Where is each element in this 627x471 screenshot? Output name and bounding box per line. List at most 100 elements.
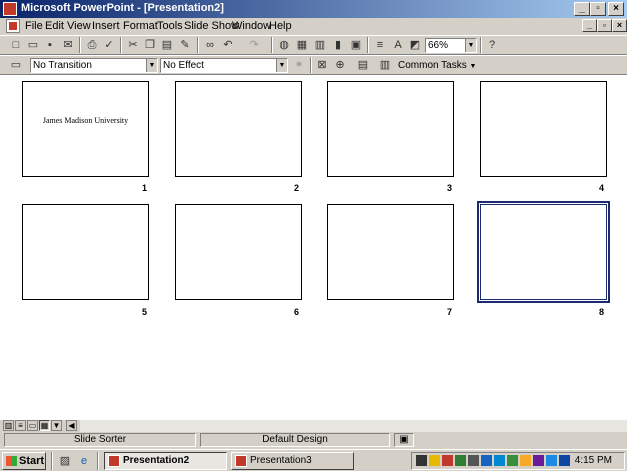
spelling-status-icon[interactable]: ▣ — [394, 433, 414, 447]
powerpoint-icon — [108, 455, 120, 467]
slide-thumbnail-3[interactable] — [327, 81, 454, 177]
tray-app-icon[interactable] — [416, 455, 427, 466]
tray-app-icon[interactable] — [494, 455, 505, 466]
transition-value: No Transition — [33, 60, 92, 71]
scroll-left-icon[interactable]: ◀ — [66, 420, 77, 431]
format-painter-icon[interactable]: ✎ — [177, 37, 193, 53]
close-button[interactable]: × — [608, 2, 624, 16]
tray-app-icon[interactable] — [533, 455, 544, 466]
chevron-down-icon[interactable]: ▼ — [465, 39, 476, 52]
menu-edit[interactable]: Edit — [45, 20, 64, 32]
zoom-combo[interactable]: 66% ▼ — [425, 38, 477, 53]
slide-thumbnail-6[interactable] — [175, 204, 302, 300]
toolbar-separator — [367, 37, 369, 53]
maximize-button[interactable]: ▫ — [590, 2, 606, 16]
slide-sorter-pane[interactable]: James Madison University 1 2 3 4 5 6 7 8 — [0, 75, 627, 420]
speaker-icon[interactable] — [468, 455, 479, 466]
undo-icon[interactable]: ↶ — [220, 37, 236, 53]
tray-app-icon[interactable] — [559, 455, 570, 466]
hyperlink-icon[interactable]: ∞ — [202, 37, 218, 53]
new-icon[interactable]: □ — [8, 37, 24, 53]
redo-icon[interactable]: ↷ — [246, 37, 262, 53]
hide-slide-icon[interactable]: ⊠ — [314, 57, 330, 73]
slide-number: 3 — [446, 183, 452, 193]
transition-combo[interactable]: No Transition ▼ — [30, 58, 158, 73]
status-design: Default Design — [200, 433, 390, 447]
slide-number: 2 — [293, 183, 299, 193]
tables-borders-icon[interactable]: ▥ — [312, 37, 328, 53]
slide-thumbnail-1[interactable]: James Madison University — [22, 81, 149, 177]
slide-thumbnail-8[interactable] — [477, 201, 610, 303]
start-button[interactable]: Start — [2, 452, 46, 470]
doc-close-button[interactable]: × — [612, 19, 627, 32]
title-bar[interactable]: Microsoft PowerPoint - [Presentation2] _… — [0, 0, 627, 18]
common-tasks-button[interactable]: Common Tasks ▼ — [398, 60, 476, 71]
email-icon[interactable]: ✉ — [60, 37, 76, 53]
slide-thumbnail-7[interactable] — [327, 204, 454, 300]
slide-sorter-toolbar: ▭ No Transition ▼ No Effect ▼ ✶ ⊠ ⊕ ▤ ▥ … — [0, 55, 627, 75]
task-presentation3[interactable]: Presentation3 — [231, 452, 354, 470]
menu-slide-show[interactable]: Slide Show — [184, 20, 239, 32]
slide-transition-icon[interactable]: ▭ — [8, 57, 24, 73]
slide-thumbnail-4[interactable] — [480, 81, 607, 177]
animation-preview-icon[interactable]: ✶ — [291, 57, 307, 73]
menu-format[interactable]: Format — [123, 20, 158, 32]
slide-number: 1 — [141, 183, 147, 193]
spelling-icon[interactable]: ✓ — [101, 37, 117, 53]
chevron-down-icon[interactable]: ▼ — [276, 59, 287, 72]
task-presentation2[interactable]: Presentation2 — [104, 452, 227, 470]
doc-restore-button[interactable]: ▫ — [597, 19, 612, 32]
paste-icon[interactable]: ▤ — [159, 37, 175, 53]
tray-app-icon[interactable] — [520, 455, 531, 466]
open-icon[interactable]: ▭ — [25, 37, 41, 53]
horizontal-scrollbar[interactable] — [80, 420, 627, 432]
menu-help[interactable]: Help — [269, 20, 292, 32]
tray-app-icon[interactable] — [546, 455, 557, 466]
print-icon[interactable]: ⎙ — [84, 37, 100, 53]
tray-app-icon[interactable] — [442, 455, 453, 466]
grayscale-icon[interactable]: ◩ — [407, 37, 423, 53]
show-formatting-icon[interactable]: A — [390, 37, 406, 53]
slide-sorter-view-icon[interactable]: ▦ — [39, 420, 50, 431]
slide-view-icon[interactable]: ▭ — [27, 420, 38, 431]
new-slide-icon[interactable]: ▣ — [348, 37, 364, 53]
insert-table-icon[interactable]: ▦ — [294, 37, 310, 53]
menu-insert[interactable]: Insert — [92, 20, 120, 32]
menu-tools[interactable]: Tools — [157, 20, 183, 32]
help-icon[interactable]: ? — [484, 37, 500, 53]
task-label: Presentation2 — [123, 455, 190, 466]
menu-window[interactable]: Window — [232, 20, 271, 32]
tray-app-icon[interactable] — [429, 455, 440, 466]
menu-view[interactable]: View — [67, 20, 91, 32]
cut-icon[interactable]: ✂ — [125, 37, 141, 53]
slide-thumbnail-5[interactable] — [22, 204, 149, 300]
menu-file[interactable]: File — [25, 20, 43, 32]
save-icon[interactable]: ▪ — [42, 37, 58, 53]
rehearse-timings-icon[interactable]: ⊕ — [332, 57, 348, 73]
tray-app-icon[interactable] — [481, 455, 492, 466]
effect-combo[interactable]: No Effect ▼ — [160, 58, 288, 73]
document-icon[interactable] — [6, 19, 20, 33]
windows-logo-icon — [6, 456, 17, 466]
chevron-down-icon[interactable]: ▼ — [146, 59, 157, 72]
outline-view-icon[interactable]: ≡ — [15, 420, 26, 431]
slide-show-view-icon[interactable]: ▼ — [51, 420, 62, 431]
show-desktop-icon[interactable]: ▨ — [57, 453, 73, 469]
doc-minimize-button[interactable]: _ — [582, 19, 597, 32]
tray-app-icon[interactable] — [455, 455, 466, 466]
expand-icon[interactable]: ≡ — [372, 37, 388, 53]
summary-slide-icon[interactable]: ▤ — [355, 57, 371, 73]
internet-explorer-icon[interactable]: e — [76, 453, 92, 469]
minimize-button[interactable]: _ — [574, 2, 590, 16]
toolbar-separator — [480, 37, 482, 53]
normal-view-icon[interactable]: ▥ — [3, 420, 14, 431]
chart-icon[interactable]: ▮ — [330, 37, 346, 53]
tray-app-icon[interactable] — [507, 455, 518, 466]
copy-icon[interactable]: ❐ — [142, 37, 158, 53]
speaker-notes-icon[interactable]: ▥ — [377, 57, 393, 73]
powerpoint-icon — [235, 455, 247, 467]
slide-thumbnail-2[interactable] — [175, 81, 302, 177]
toolbar-separator — [197, 37, 199, 53]
globe-icon[interactable]: ◍ — [276, 37, 292, 53]
powerpoint-app-icon[interactable] — [3, 2, 17, 16]
